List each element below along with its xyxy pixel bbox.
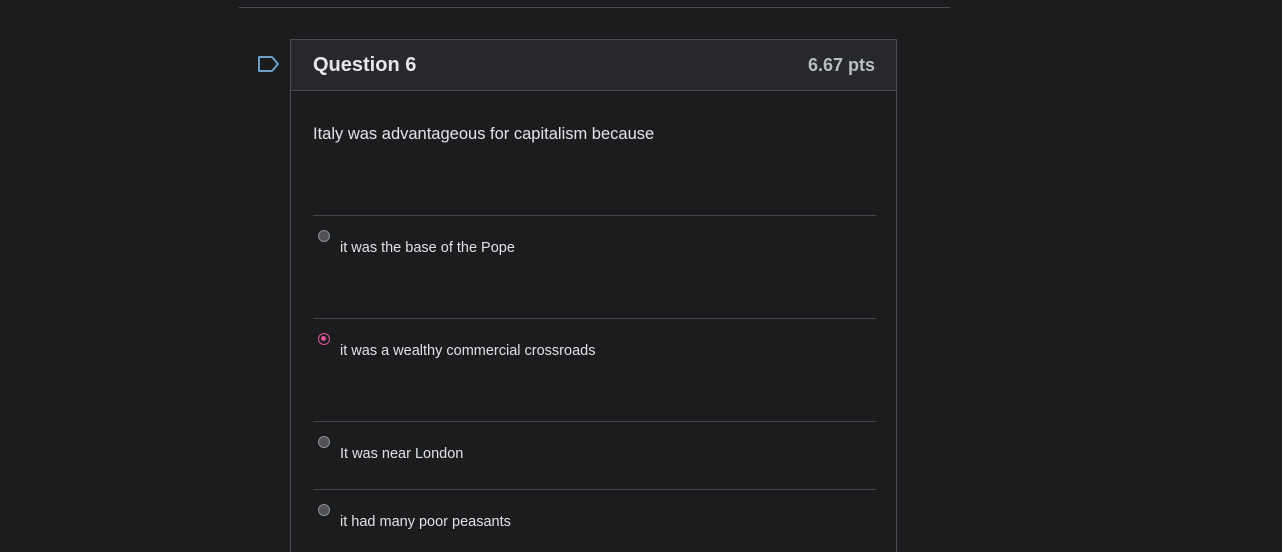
flag-question-icon[interactable] <box>257 55 281 73</box>
question-header: Question 6 6.67 pts <box>291 40 896 91</box>
radio-button-selected[interactable] <box>318 333 330 345</box>
question-points: 6.67 pts <box>807 54 875 75</box>
answer-option[interactable]: it was the base of the Pope <box>313 215 876 318</box>
question-card: Question 6 6.67 pts Italy was advantageo… <box>290 39 897 552</box>
radio-button[interactable] <box>318 230 330 242</box>
answer-label[interactable]: it had many poor peasants <box>340 514 511 530</box>
question-title: Question 6 <box>313 53 417 76</box>
quiz-page: Question 6 6.67 pts Italy was advantageo… <box>0 0 1282 552</box>
answer-option[interactable]: It was near London <box>313 421 876 489</box>
answer-option[interactable]: it had many poor peasants <box>313 489 876 552</box>
radio-button[interactable] <box>318 436 330 448</box>
answer-label[interactable]: It was near London <box>340 446 463 462</box>
top-divider <box>239 7 950 8</box>
question-prompt: Italy was advantageous for capitalism be… <box>313 125 655 143</box>
answer-label[interactable]: it was the base of the Pope <box>340 240 515 256</box>
answer-option[interactable]: it was a wealthy commercial crossroads <box>313 318 876 421</box>
answer-label[interactable]: it was a wealthy commercial crossroads <box>340 343 595 359</box>
radio-button[interactable] <box>318 504 330 516</box>
answer-list: it was the base of the Pope it was a wea… <box>313 215 876 552</box>
